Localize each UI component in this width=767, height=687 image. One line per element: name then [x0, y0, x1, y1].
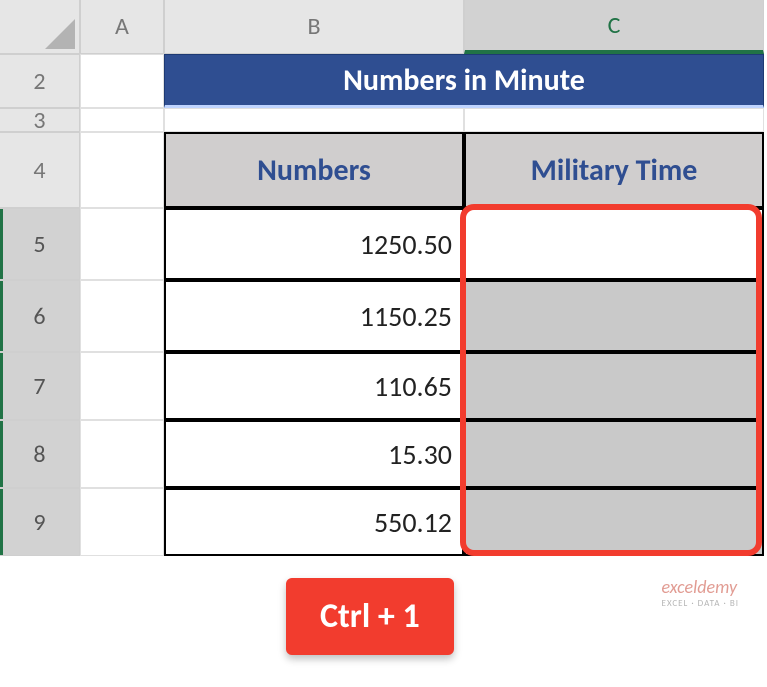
row-header-3[interactable]: 3 — [0, 108, 80, 132]
cell-A6[interactable] — [80, 280, 164, 352]
col-header-C[interactable]: C — [464, 0, 764, 54]
select-all-corner[interactable] — [0, 0, 80, 54]
title-bar: Numbers in Minute — [164, 54, 764, 108]
cell-A8[interactable] — [80, 420, 164, 488]
table-header-numbers: Numbers — [164, 132, 464, 208]
cell-C6[interactable] — [464, 280, 764, 352]
cell-C5[interactable] — [464, 208, 764, 280]
keyboard-shortcut-badge: Ctrl + 1 — [286, 578, 454, 655]
row-header-6[interactable]: 6 — [0, 280, 80, 352]
cell-B7[interactable]: 110.65 — [164, 352, 464, 420]
row-header-5[interactable]: 5 — [0, 208, 80, 280]
cell-C7[interactable] — [464, 352, 764, 420]
cell-A9[interactable] — [80, 488, 164, 556]
spreadsheet-grid: A B C 2 Numbers in Minute 3 4 Numbers Mi… — [0, 0, 767, 556]
row-header-4[interactable]: 4 — [0, 132, 80, 208]
watermark-tagline: EXCEL · DATA · BI — [662, 598, 739, 609]
cell-C3[interactable] — [464, 108, 764, 132]
cell-B9[interactable]: 550.12 — [164, 488, 464, 556]
cell-A7[interactable] — [80, 352, 164, 420]
watermark: exceldemy EXCEL · DATA · BI — [662, 576, 739, 609]
cell-B5[interactable]: 1250.50 — [164, 208, 464, 280]
cell-A3[interactable] — [80, 108, 164, 132]
cell-B3[interactable] — [164, 108, 464, 132]
col-header-A[interactable]: A — [80, 0, 164, 54]
cell-A5[interactable] — [80, 208, 164, 280]
row-header-9[interactable]: 9 — [0, 488, 80, 556]
cell-C9[interactable] — [464, 488, 764, 556]
col-header-B[interactable]: B — [164, 0, 464, 54]
row-header-7[interactable]: 7 — [0, 352, 80, 420]
row-header-8[interactable]: 8 — [0, 420, 80, 488]
cell-B6[interactable]: 1150.25 — [164, 280, 464, 352]
cell-A4[interactable] — [80, 132, 164, 208]
cell-C8[interactable] — [464, 420, 764, 488]
watermark-brand: exceldemy — [662, 576, 738, 598]
cell-A2[interactable] — [80, 54, 164, 108]
table-header-military: Military Time — [464, 132, 764, 208]
cell-B8[interactable]: 15.30 — [164, 420, 464, 488]
row-header-2[interactable]: 2 — [0, 54, 80, 108]
